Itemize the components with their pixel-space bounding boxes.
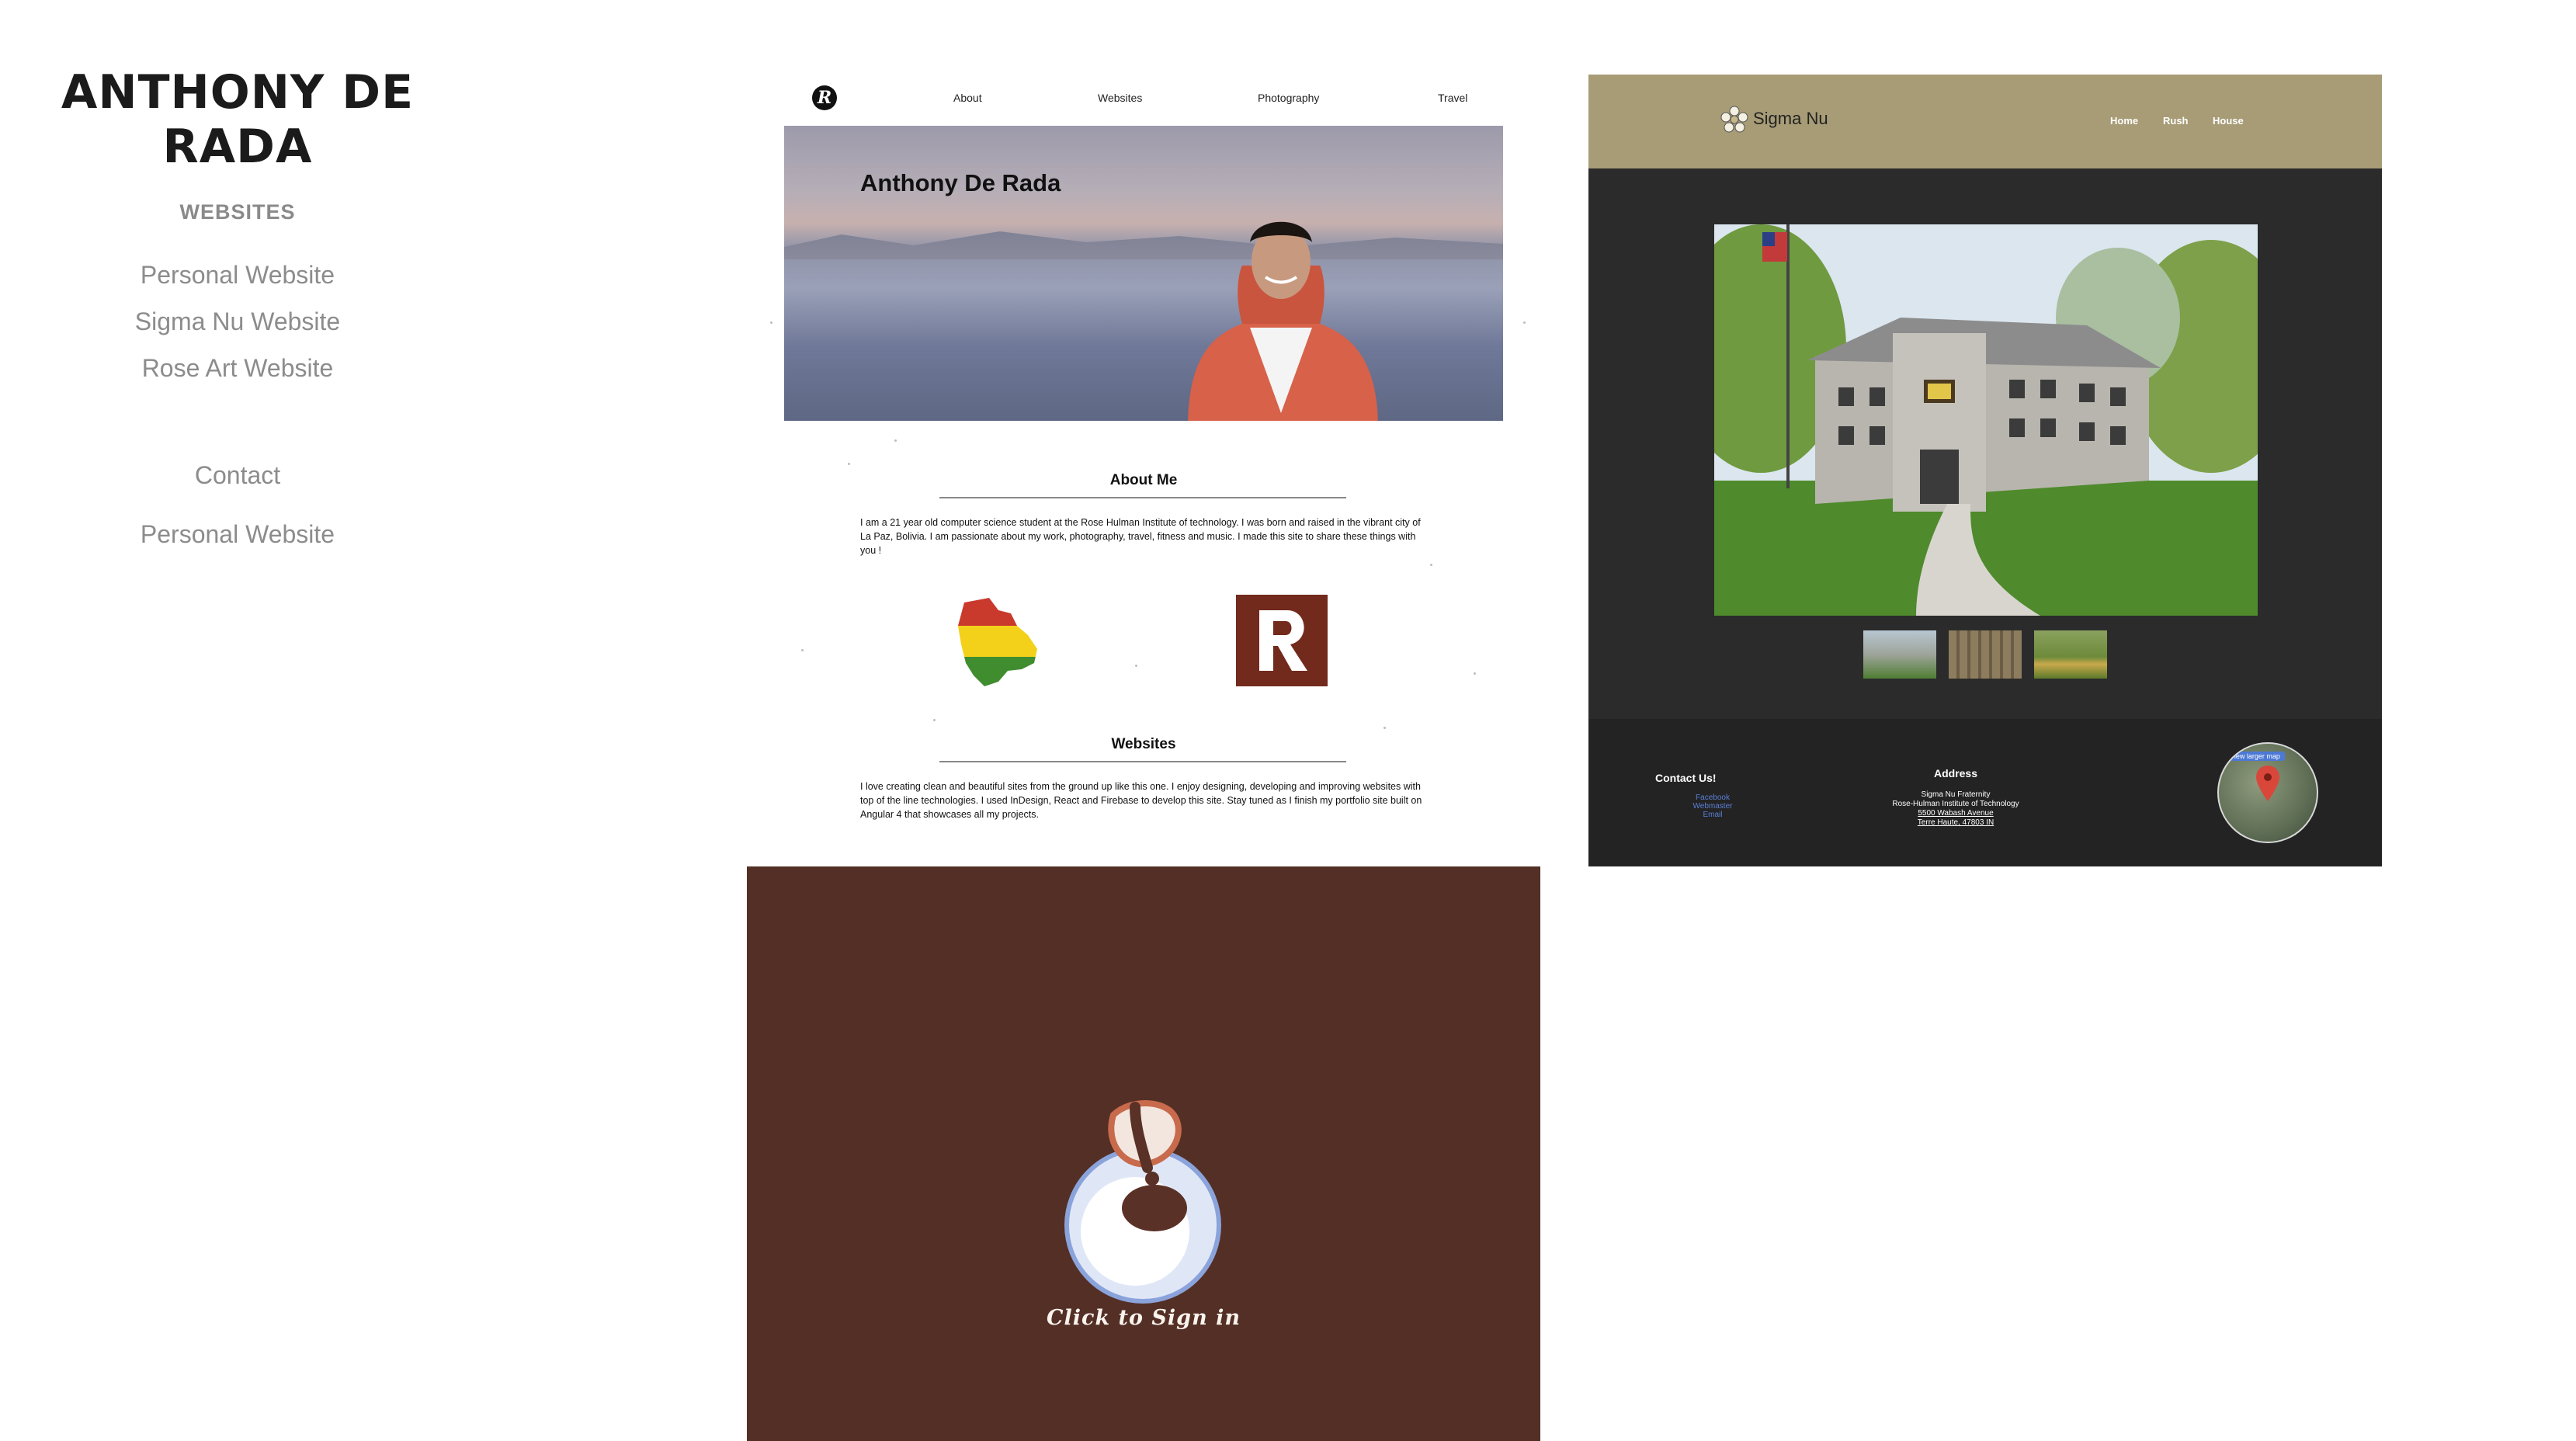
decor-dot: [1523, 321, 1526, 324]
websites-paragraph: I love creating clean and beautiful site…: [860, 781, 1422, 820]
personal-logo-icon: R: [812, 85, 837, 110]
nav-heading-websites: WEBSITES: [179, 200, 296, 224]
personal-nav-about: About: [953, 92, 982, 104]
sigma-link-email: Email: [1703, 811, 1723, 819]
sigma-thumb-3[interactable]: [2034, 630, 2107, 679]
bolivia-map-icon: [958, 598, 1037, 686]
sigma-map: View larger map: [2217, 742, 2318, 843]
decor-dot: [933, 719, 936, 721]
decor-dot: [894, 439, 897, 442]
nav-link-contact-personal-website[interactable]: Personal Website: [0, 520, 475, 549]
thumbnail-sigma-nu-website[interactable]: Sigma Nu Home Rush House Contact Us! Fac…: [1588, 75, 2382, 866]
websites-heading: Websites: [1111, 736, 1176, 752]
about-me-heading: About Me: [1109, 472, 1178, 488]
sigma-nav-house: House: [2213, 115, 2244, 127]
person-photo-icon: [1188, 221, 1378, 421]
websites-divider: [939, 761, 1346, 762]
personal-nav-websites: Websites: [1098, 92, 1143, 104]
personal-nav-photography: Photography: [1258, 92, 1320, 104]
nav-link-personal-website[interactable]: Personal Website: [0, 261, 475, 290]
decor-dot: [1430, 564, 1432, 566]
rose-emblem-icon: [1064, 1100, 1221, 1304]
sigma-map-label: View larger map: [2225, 752, 2285, 761]
sigma-header: Sigma Nu Home Rush House: [1588, 75, 2382, 168]
personal-site-navbar: R About Websites Photography Travel: [747, 59, 1540, 124]
sigma-address-line: 5500 Wabash Avenue: [1918, 809, 1994, 818]
decor-dot: [1383, 727, 1386, 729]
click-to-sign-in[interactable]: Click to Sign in: [747, 1306, 1540, 1330]
sigma-brand-name: Sigma Nu: [1753, 109, 1828, 128]
sigma-link-webmaster: Webmaster: [1692, 802, 1733, 811]
thumbnail-personal-website[interactable]: R About Websites Photography Travel Anth…: [747, 59, 1540, 866]
thumbnail-rose-art-website[interactable]: Click to Sign in: [747, 866, 1540, 1441]
sigma-address-line: Sigma Nu Fraternity: [1921, 790, 1991, 799]
sigma-address-line: Terre Haute, 47803 IN: [1917, 818, 1994, 827]
decor-dot: [1135, 665, 1137, 667]
decor-dot: [1474, 672, 1476, 675]
personal-nav-travel: Travel: [1438, 92, 1468, 104]
sigma-thumb-1[interactable]: [1863, 630, 1936, 679]
sigma-nav-home: Home: [2110, 115, 2139, 127]
about-paragraph: I am a 21 year old computer science stud…: [860, 517, 1421, 556]
decor-dot: [770, 321, 772, 324]
sigma-address-line: Rose-Hulman Institute of Technology: [1892, 800, 2019, 808]
sigma-address-heading: Address: [1933, 767, 1978, 780]
map-pin-icon: [2256, 766, 2279, 801]
sigma-nav-rush: Rush: [2163, 115, 2189, 127]
nav-link-sigma-nu-website[interactable]: Sigma Nu Website: [0, 307, 475, 336]
about-divider: [939, 497, 1346, 498]
sigma-link-facebook: Facebook: [1696, 793, 1730, 802]
r-badge-icon: [1236, 595, 1328, 686]
decor-dot: [848, 463, 850, 465]
site-title[interactable]: ANTHONY DE RADA: [0, 65, 475, 174]
sigma-flower-logo-icon: [1720, 106, 1748, 133]
personal-hero-image: Anthony De Rada: [784, 126, 1503, 421]
nav-link-contact[interactable]: Contact: [0, 461, 475, 490]
personal-hero-name: Anthony De Rada: [860, 169, 1061, 196]
nav-link-rose-art-website[interactable]: Rose Art Website: [0, 354, 475, 383]
decor-dot: [801, 649, 804, 651]
sigma-thumb-2[interactable]: [1949, 630, 2022, 679]
house-photo: [1714, 224, 2258, 616]
